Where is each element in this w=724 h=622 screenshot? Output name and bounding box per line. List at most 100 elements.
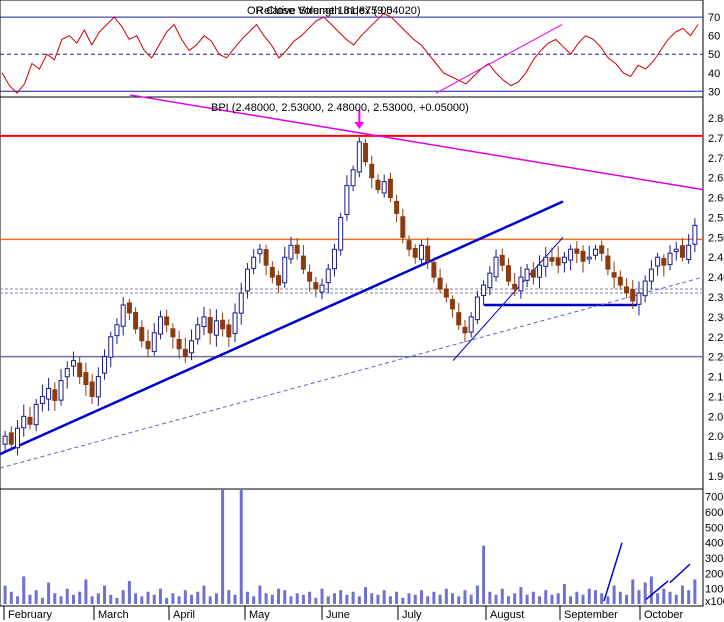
candle-body	[369, 163, 375, 179]
price-tick-label: 2.10	[708, 391, 724, 403]
candle-body	[481, 284, 487, 296]
candle-body	[530, 269, 536, 278]
candle-body	[269, 266, 275, 278]
candle-body	[319, 284, 325, 293]
volume-tick-label: 10000	[705, 584, 724, 596]
price-tick-label: 2.40	[708, 272, 724, 284]
volume-bar	[214, 593, 218, 604]
volume-bar	[674, 594, 678, 604]
candle-body	[400, 216, 406, 238]
volume-bar	[78, 591, 82, 604]
volume-bar	[121, 590, 125, 604]
price-tick-label: 2.70	[708, 153, 724, 165]
volume-bar	[233, 594, 237, 604]
volume-bar	[9, 591, 13, 604]
volume-bar	[326, 596, 330, 604]
volume-bar	[109, 594, 113, 604]
volume-bar	[115, 597, 119, 604]
rsi-tick-label: 30	[708, 86, 720, 98]
volume-bar	[606, 596, 610, 604]
candle-body	[33, 403, 39, 426]
volume-tick-label: 50000	[705, 522, 724, 534]
candle-body	[114, 324, 120, 337]
candle-body	[207, 317, 213, 334]
volume-tick-label: 20000	[705, 568, 724, 580]
candle-body	[431, 262, 437, 278]
candle-body	[46, 387, 52, 400]
candle-body	[394, 200, 400, 214]
price-tick-label: 2.45	[708, 252, 724, 264]
volume-bar	[426, 596, 430, 604]
volume-bar	[34, 590, 38, 604]
volume-bar	[550, 594, 554, 604]
volume-bar	[59, 596, 63, 604]
candle-body	[363, 142, 369, 163]
candle-body	[512, 283, 518, 290]
volume-bar	[227, 590, 231, 604]
volume-bar	[451, 593, 455, 604]
price-tick-label: 2.60	[708, 193, 724, 205]
volume-bar	[140, 596, 144, 604]
candle-body	[300, 255, 306, 270]
volume-bar	[364, 587, 368, 604]
volume-bar	[47, 582, 51, 604]
volume-bar	[513, 593, 517, 604]
candle-body	[412, 247, 418, 258]
volume-bar	[488, 591, 492, 604]
price-tick-label: 2.05	[708, 411, 724, 423]
price-tick-label: 1.90	[708, 471, 724, 483]
volume-bar	[84, 579, 88, 604]
candle-body	[561, 256, 567, 264]
volume-bar	[469, 594, 473, 604]
volume-bar	[134, 593, 138, 604]
month-label: April	[173, 609, 195, 621]
candle-body	[77, 362, 83, 378]
volume-bar	[202, 585, 206, 604]
price-tick-label: 2.30	[708, 312, 724, 324]
price-tick-label: 2.20	[708, 352, 724, 364]
candle-body	[493, 256, 499, 278]
volume-bar	[171, 593, 175, 604]
candle-body	[338, 216, 344, 251]
volume-bar	[382, 590, 386, 604]
volume-tick-label: 70000	[705, 492, 724, 504]
candle-body	[642, 280, 648, 297]
month-label: February	[8, 609, 53, 621]
volume-bar	[457, 596, 461, 604]
volume-bar	[587, 588, 591, 604]
volume-bar	[600, 593, 604, 604]
candle-body	[325, 268, 331, 284]
volume-bar	[538, 596, 542, 604]
candle-body	[2, 435, 8, 445]
candle-body	[251, 256, 257, 269]
volume-bar	[314, 597, 318, 604]
rsi-tick-label: 70	[708, 12, 720, 24]
candle-body	[586, 256, 592, 260]
candle-body	[599, 245, 605, 254]
price-tick-label: 2.55	[708, 212, 724, 224]
candle-body	[437, 277, 443, 290]
candle-body	[70, 360, 76, 367]
volume-bar	[22, 576, 26, 604]
candle-body	[226, 324, 232, 338]
candle-body	[39, 395, 45, 404]
candle-body	[555, 257, 561, 266]
volume-bar	[295, 593, 299, 604]
volume-bar	[581, 594, 585, 604]
candle-body	[406, 240, 412, 250]
candle-body	[425, 245, 431, 262]
volume-bar	[190, 594, 194, 604]
volume-bar	[40, 597, 44, 604]
candle-body	[474, 296, 480, 321]
candle-body	[524, 268, 530, 281]
candle-body	[238, 292, 244, 314]
price-tick-label: 2.65	[708, 173, 724, 185]
candle-body	[667, 252, 673, 266]
price-tick-label: 2.75	[708, 133, 724, 145]
price-tick-label: 2.35	[708, 292, 724, 304]
price-tick-label: 2.15	[708, 372, 724, 384]
candle-body	[313, 282, 319, 290]
candle-body	[331, 248, 337, 270]
volume-tick-label: x100	[705, 596, 724, 608]
volume-bar	[569, 596, 573, 604]
